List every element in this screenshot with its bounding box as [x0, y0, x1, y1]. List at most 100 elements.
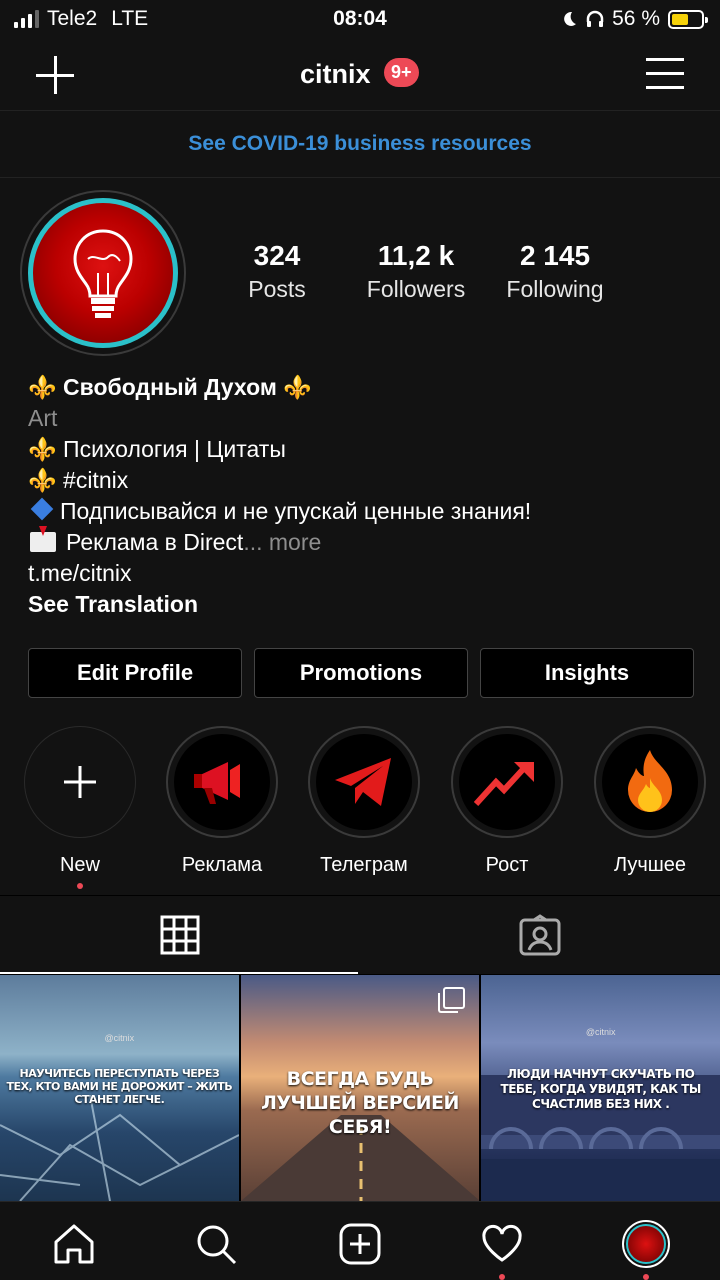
bio-text: Подписывайся и не упускай ценные знания! — [60, 498, 532, 524]
posts-label: Posts — [248, 276, 306, 302]
bio-line: ⚜️ Психология | Цитаты — [28, 434, 708, 465]
ice-cracks-image — [0, 1095, 239, 1201]
bio-name-line: ⚜️ Свободный Духом ⚜️ — [28, 372, 708, 403]
profile-category: Art — [28, 405, 58, 431]
following-label: Following — [506, 276, 604, 302]
home-icon — [54, 1224, 94, 1264]
profile-header: citnix 9+ — [0, 40, 720, 110]
nav-profile[interactable] — [616, 1214, 676, 1280]
followers-count: 11,2 k — [377, 240, 455, 271]
highlight-label: Рост — [485, 854, 529, 876]
new-highlight-circle — [24, 726, 136, 838]
edit-profile-button[interactable]: Edit Profile — [28, 648, 242, 698]
lightbulb-icon — [73, 229, 133, 318]
profile-section: 324 Posts 11,2 k Followers 2 145 Followi… — [0, 178, 720, 895]
lightbulb-avatar-image — [28, 198, 178, 348]
post-caption: НАУЧИТЕСЬ ПЕРЕСТУПАТЬ ЧЕРЕЗ ТЕХ, КТО ВАМ… — [6, 1067, 233, 1106]
posts-grid: @citnix НАУЧИТЕСЬ ПЕРЕСТУПАТЬ ЧЕРЕЗ ТЕХ,… — [0, 975, 720, 1201]
highlight-circle — [166, 726, 278, 838]
bio-hashtag[interactable]: #citnix — [63, 467, 128, 493]
followers-label: Followers — [366, 276, 466, 302]
insights-button[interactable]: Insights — [480, 648, 694, 698]
status-bar: Tele2 LTE 08:04 56 % — [0, 0, 720, 40]
search-icon — [197, 1225, 237, 1265]
following-count: 2 145 — [519, 240, 591, 271]
battery-icon — [668, 9, 708, 29]
highlight-circle — [451, 726, 563, 838]
profile-actions: Edit Profile Promotions Insights — [28, 648, 694, 698]
activity-dot — [499, 1274, 505, 1280]
bio-text: Психология | Цитаты — [63, 436, 286, 462]
hamburger-menu-icon[interactable] — [646, 58, 684, 90]
highlight-rost[interactable]: Рост — [437, 726, 577, 877]
tab-grid[interactable] — [0, 896, 360, 974]
profile-avatar — [622, 1220, 670, 1268]
posts-count: 324 — [253, 240, 301, 271]
bio-line: Реклама в Direct... more — [28, 526, 708, 558]
nav-activity[interactable] — [472, 1214, 532, 1280]
profile-dot — [643, 1274, 649, 1280]
post-thumbnail[interactable]: @citnix ЛЮДИ НАЧНУТ СКУЧАТЬ ПО ТЕБЕ, КОГ… — [481, 975, 720, 1201]
battery-percent: 56 % — [612, 7, 660, 30]
grid-icon — [160, 915, 200, 955]
watermark-text: @citnix — [585, 1027, 616, 1037]
plus-icon[interactable] — [34, 54, 76, 96]
username-title[interactable]: citnix — [300, 59, 371, 90]
add-post-icon — [339, 1223, 381, 1265]
megaphone-icon — [174, 734, 270, 830]
highlight-label: New — [59, 854, 100, 876]
highlight-telegram[interactable]: Телеграм — [294, 726, 434, 877]
highlight-label: Реклама — [181, 854, 263, 876]
growth-arrow-icon — [459, 734, 555, 830]
city-bridge-image — [481, 1075, 720, 1201]
highlight-circle — [594, 726, 706, 838]
heart-icon — [482, 1224, 522, 1262]
post-caption: ВСЕГДА БУДЬ ЛУЧШЕЙ ВЕРСИЕЙ СЕБЯ! — [261, 1068, 459, 1138]
blue-diamond-icon — [30, 497, 54, 521]
watermark-text: @citnix — [104, 1033, 135, 1043]
bio-link[interactable]: t.me/citnix — [28, 558, 708, 589]
bio: ⚜️ Свободный Духом ⚜️ Art ⚜️ Психология … — [28, 372, 708, 620]
highlight-circle — [308, 726, 420, 838]
highlight-reklama[interactable]: Реклама — [152, 726, 292, 877]
more-link[interactable]: more — [269, 529, 321, 555]
highlight-best[interactable]: Лучшее — [580, 726, 720, 877]
fleur-de-lis-icon: ⚜️ — [28, 467, 57, 493]
followers-stat[interactable]: 11,2 k Followers — [346, 240, 486, 303]
post-thumbnail[interactable]: @citnix НАУЧИТЕСЬ ПЕРЕСТУПАТЬ ЧЕРЕЗ ТЕХ,… — [0, 975, 239, 1201]
display-name: Свободный Духом — [63, 374, 277, 400]
posts-stat[interactable]: 324 Posts — [207, 240, 347, 303]
plus-icon — [64, 766, 96, 798]
envelope-icon — [30, 526, 56, 552]
bio-line: Подписывайся и не упускай ценные знания! — [28, 496, 708, 527]
highlight-new[interactable]: New — [10, 726, 150, 889]
profile-tabs — [0, 896, 720, 974]
tab-tagged[interactable] — [360, 896, 720, 974]
bio-ellipsis: ... — [243, 529, 263, 555]
headphones-icon — [586, 10, 604, 27]
post-caption: ЛЮДИ НАЧНУТ СКУЧАТЬ ПО ТЕБЕ, КОГДА УВИДЯ… — [500, 1067, 702, 1111]
nav-search[interactable] — [186, 1214, 246, 1274]
notification-badge[interactable]: 9+ — [384, 58, 419, 87]
bio-line: ⚜️ #citnix — [28, 465, 708, 496]
following-stat[interactable]: 2 145 Following — [485, 240, 625, 303]
telegram-plane-icon — [316, 734, 412, 830]
fire-icon — [602, 734, 698, 830]
fleur-de-lis-icon: ⚜️ — [28, 374, 57, 400]
highlight-label: Лучшее — [613, 854, 687, 876]
nav-home[interactable] — [44, 1214, 104, 1274]
multiple-photos-icon — [438, 987, 466, 1013]
post-thumbnail[interactable]: ВСЕГДА БУДЬ ЛУЧШЕЙ ВЕРСИЕЙ СЕБЯ! — [240, 975, 480, 1201]
covid-resources-banner[interactable]: See COVID-19 business resources — [0, 110, 720, 178]
promotions-button[interactable]: Promotions — [254, 648, 468, 698]
nav-add-post[interactable] — [330, 1214, 390, 1274]
see-translation-link[interactable]: See Translation — [28, 589, 708, 620]
bio-text: Реклама в Direct — [66, 529, 244, 555]
fleur-de-lis-icon: ⚜️ — [283, 374, 312, 400]
avatar[interactable] — [20, 190, 186, 356]
moon-icon — [564, 11, 577, 26]
fleur-de-lis-icon: ⚜️ — [28, 436, 57, 462]
tagged-person-icon — [519, 914, 561, 956]
story-highlights: New Реклама Телеграм Рост Лучшее — [0, 726, 720, 889]
highlight-label: Телеграм — [320, 854, 408, 876]
